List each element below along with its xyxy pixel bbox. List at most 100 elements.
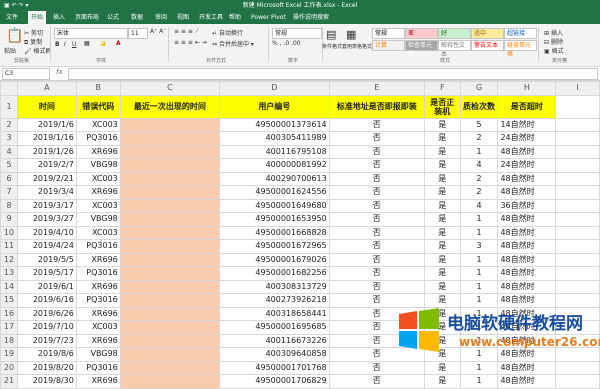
table-cell[interactable]: 是 — [423, 171, 461, 186]
table-cell[interactable]: 48自然时 — [497, 293, 557, 308]
format-painter-button[interactable]: 🖌 格式刷 — [24, 46, 52, 55]
table-cell[interactable]: 2019/6/26 — [16, 306, 77, 321]
table-cell[interactable]: 400305411989 — [218, 131, 330, 146]
table-cell[interactable]: 4 — [459, 158, 499, 173]
cut-button[interactable]: ✂ 剪切 — [24, 28, 43, 37]
table-cell[interactable]: 1 — [459, 374, 499, 389]
cell-style-4[interactable]: 超链接 — [504, 28, 537, 39]
row-number[interactable]: 12 — [0, 252, 18, 267]
table-cell[interactable]: 2019/6/16 — [16, 293, 77, 308]
table-cell[interactable]: XR696 — [75, 252, 121, 267]
table-cell[interactable]: 2019/2/7 — [16, 158, 77, 173]
table-cell[interactable]: 400116795108 — [218, 144, 330, 159]
row-number[interactable]: 15 — [0, 293, 18, 308]
empty-cell[interactable] — [555, 374, 600, 389]
table-cell[interactable] — [119, 198, 220, 213]
table-cell[interactable]: 48自然时 — [497, 252, 557, 267]
table-cell[interactable]: 48自然时 — [497, 279, 557, 294]
table-cell[interactable]: 49500001624556 — [218, 185, 330, 200]
table-cell[interactable]: PQ3016 — [75, 293, 121, 308]
function-icon[interactable]: fx — [56, 68, 63, 76]
table-cell[interactable] — [119, 117, 220, 132]
table-cell[interactable]: 是 — [423, 212, 461, 227]
table-cell[interactable]: VBG98 — [75, 158, 121, 173]
table-cell[interactable]: 1 — [459, 293, 499, 308]
table-cell[interactable]: 是 — [423, 185, 461, 200]
table-cell[interactable] — [119, 185, 220, 200]
row-number[interactable]: 7 — [0, 185, 18, 200]
table-cell[interactable]: 5 — [459, 117, 499, 132]
table-cell[interactable]: XR696 — [75, 306, 121, 321]
border-icon[interactable]: ▦ — [84, 40, 90, 47]
table-cell[interactable]: 1 — [459, 360, 499, 375]
table-cell[interactable]: 48自然时 — [497, 212, 557, 227]
empty-cell[interactable] — [555, 131, 600, 146]
table-cell[interactable]: VBG98 — [75, 212, 121, 227]
table-cell[interactable] — [119, 266, 220, 281]
table-cell[interactable]: 2019/5/17 — [16, 266, 77, 281]
table-cell[interactable]: 36自然时 — [497, 198, 557, 213]
table-cell[interactable]: 是 — [423, 360, 461, 375]
tab-3[interactable]: 页面布局 — [72, 11, 102, 24]
tab-10[interactable]: Power Pivot — [248, 11, 289, 24]
tab-9[interactable]: 帮助 — [226, 11, 244, 24]
column-header[interactable]: H — [497, 81, 557, 96]
table-cell[interactable]: PQ3016 — [75, 239, 121, 254]
cell-style-0[interactable]: 常规 — [372, 28, 405, 39]
table-format-icon[interactable]: ▦ — [346, 28, 356, 41]
table-cell[interactable]: 1 — [459, 144, 499, 159]
table-cell[interactable]: 否 — [328, 117, 425, 132]
font-size-select[interactable]: 11 — [128, 28, 148, 39]
table-cell[interactable]: 14自然时 — [497, 117, 557, 132]
tab-6[interactable]: 审阅 — [152, 11, 170, 24]
table-cell[interactable] — [119, 131, 220, 146]
table-cell[interactable]: 2019/5/5 — [16, 252, 77, 267]
table-cell[interactable]: 24自然时 — [497, 158, 557, 173]
header-cell[interactable]: 是否正装机 — [423, 94, 461, 119]
table-cell[interactable]: 2019/3/4 — [16, 185, 77, 200]
row-number[interactable]: 16 — [0, 306, 18, 321]
table-cell[interactable] — [119, 306, 220, 321]
table-cell[interactable] — [119, 347, 220, 362]
table-cell[interactable]: 否 — [328, 131, 425, 146]
table-cell[interactable] — [119, 333, 220, 348]
empty-cell[interactable] — [555, 293, 600, 308]
column-header[interactable]: D — [218, 81, 330, 96]
table-cell[interactable]: 是 — [423, 198, 461, 213]
table-cell[interactable]: 2019/1/26 — [16, 144, 77, 159]
table-cell[interactable]: 否 — [328, 279, 425, 294]
table-cell[interactable]: 400309640858 — [218, 347, 330, 362]
table-cell[interactable]: 2019/7/23 — [16, 333, 77, 348]
table-cell[interactable]: 48自然时 — [497, 374, 557, 389]
header-cell[interactable]: 标准地址是否即报即装 — [328, 94, 425, 119]
empty-cell[interactable] — [555, 279, 600, 294]
table-cell[interactable] — [119, 293, 220, 308]
table-cell[interactable]: 49500001679026 — [218, 252, 330, 267]
number-format-select[interactable]: 常规 — [272, 28, 322, 39]
table-cell[interactable]: 49500001706829 — [218, 374, 330, 389]
name-box[interactable]: C3 — [2, 68, 50, 80]
table-cell[interactable]: 否 — [328, 212, 425, 227]
table-cell[interactable]: XR696 — [75, 185, 121, 200]
column-header[interactable]: A — [16, 81, 77, 96]
table-cell[interactable]: 1 — [459, 252, 499, 267]
cell-style-2[interactable]: 好 — [438, 28, 471, 39]
table-cell[interactable]: 49500001649680 — [218, 198, 330, 213]
table-cell[interactable]: 是 — [423, 144, 461, 159]
underline-button[interactable]: U — [72, 41, 76, 48]
header-cell[interactable]: 质检次数 — [459, 94, 499, 119]
table-cell[interactable]: 24自然时 — [497, 131, 557, 146]
table-cell[interactable]: 49500001672965 — [218, 239, 330, 254]
formula-input[interactable] — [68, 68, 598, 80]
table-cell[interactable]: 否 — [328, 252, 425, 267]
cell-style-5[interactable]: 计算 — [372, 40, 405, 51]
table-cell[interactable]: 是 — [423, 117, 461, 132]
conditional-format-button[interactable]: 条件格式 — [322, 43, 342, 50]
row-number[interactable]: 9 — [0, 212, 18, 227]
table-cell[interactable]: 2019/6/1 — [16, 279, 77, 294]
cell-style-3[interactable]: 适中 — [471, 28, 504, 39]
table-cell[interactable]: 2019/4/10 — [16, 225, 77, 240]
row-number[interactable]: 21 — [0, 374, 18, 389]
table-cell[interactable] — [119, 212, 220, 227]
table-cell[interactable]: 2019/3/17 — [16, 198, 77, 213]
